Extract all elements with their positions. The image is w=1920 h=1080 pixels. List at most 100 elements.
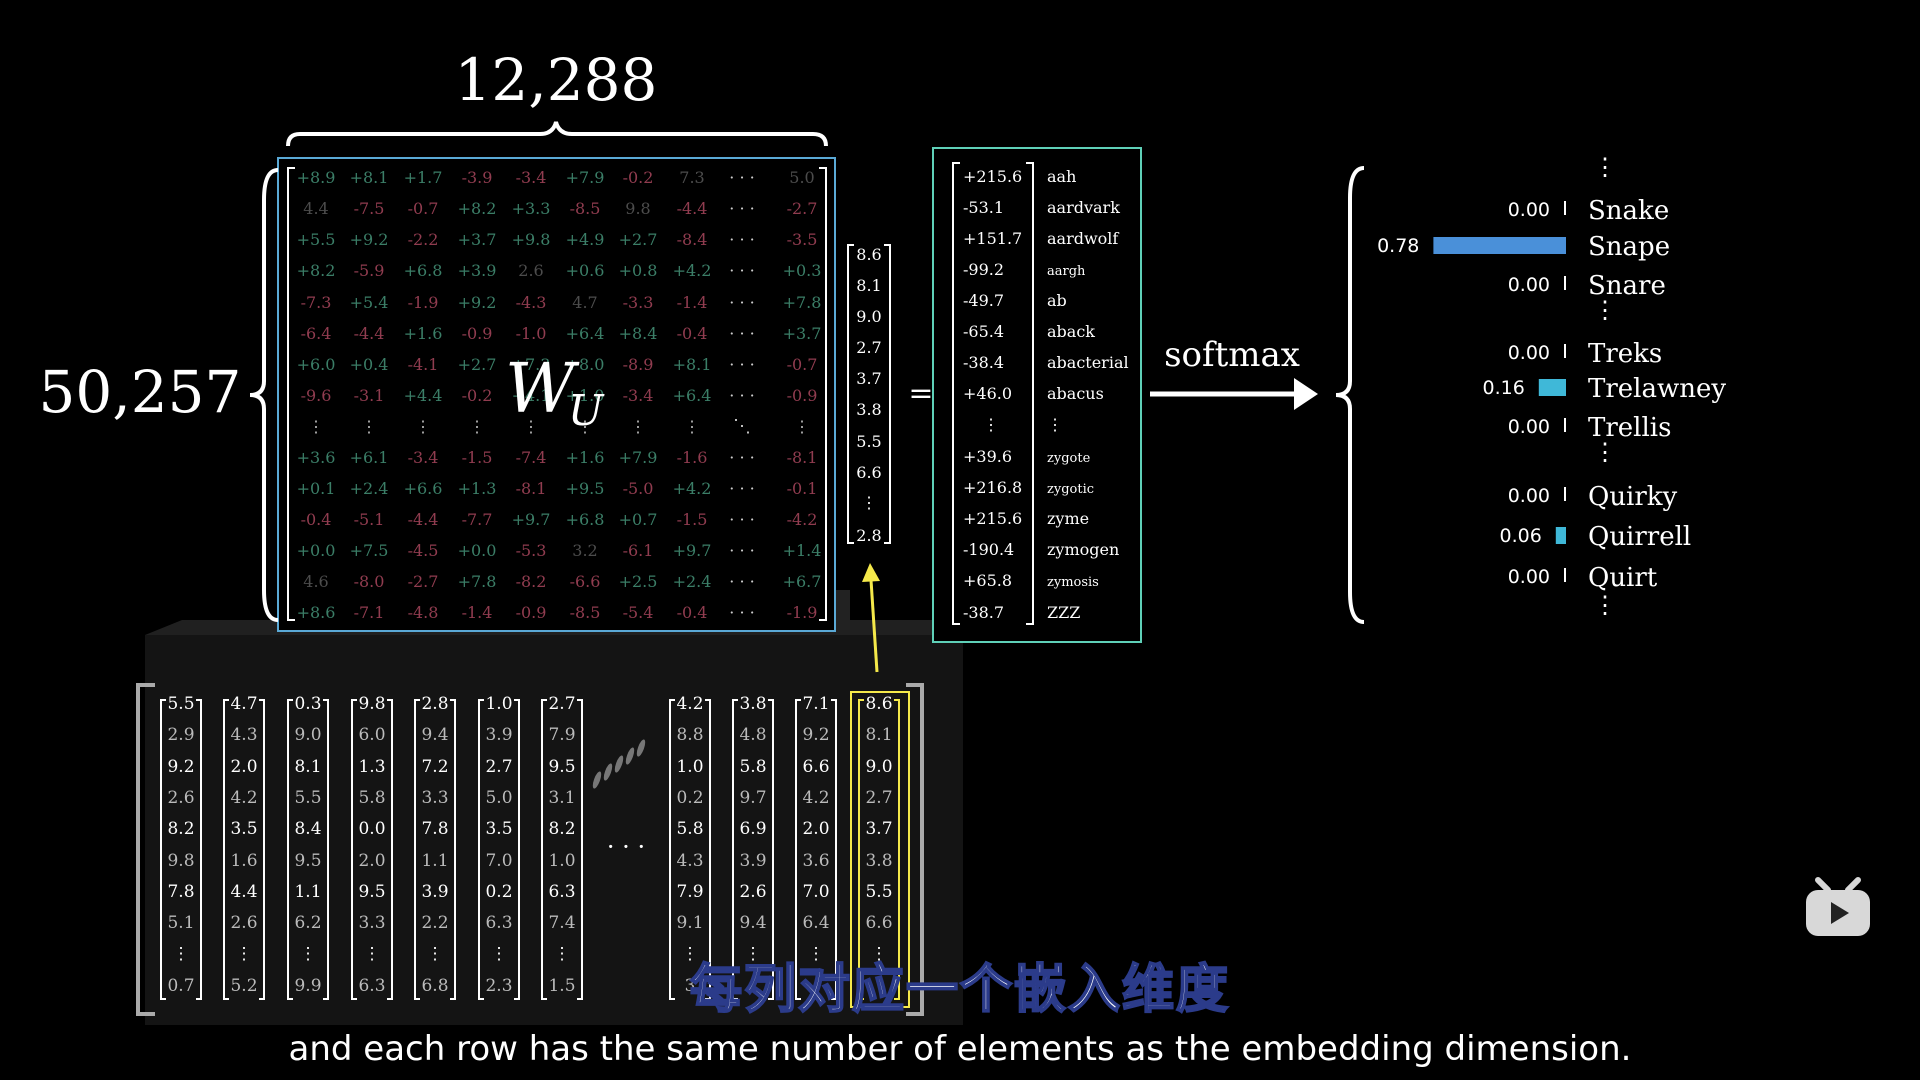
matrix-entry: +0.1 — [297, 479, 336, 498]
embedding-value: 6.6 — [802, 757, 829, 777]
vocab-word: zymogen — [1047, 540, 1119, 559]
logit-value: +46.0 — [963, 384, 1012, 403]
matrix-entry: -0.7 — [408, 199, 439, 218]
embedding-value: 9.2 — [167, 757, 194, 777]
embedding-value: 4.2 — [230, 788, 257, 808]
embedding-value: 6.9 — [739, 819, 766, 839]
matrix-entry: -8.4 — [677, 230, 708, 249]
matrix-entry: -0.7 — [787, 355, 818, 374]
logit-value: +151.7 — [963, 229, 1022, 248]
matrix-entry: +8.1 — [673, 355, 712, 374]
matrix-entry: ⋮ — [308, 417, 324, 436]
column-count-label: 12,288 — [455, 46, 658, 114]
embedding-value: 3.8 — [739, 694, 766, 714]
matrix-entry: +7.9 — [619, 448, 658, 467]
matrix-column-ellipsis: · · · — [729, 386, 754, 405]
embedding-value: 7.1 — [802, 694, 829, 714]
matrix-column-ellipsis: · · · — [729, 448, 754, 467]
matrix-entry: +8.6 — [297, 603, 336, 622]
embedding-value: 6.0 — [358, 725, 385, 745]
logit-value: -99.2 — [963, 260, 1004, 279]
matrix-entry: -6.4 — [301, 324, 332, 343]
matrix-entry: +8.4 — [619, 324, 658, 343]
embedding-value: 9.2 — [802, 725, 829, 745]
matrix-entry: +6.8 — [404, 261, 443, 280]
matrix-entry: -0.2 — [462, 386, 493, 405]
row-count-label: 50,257 — [39, 358, 242, 426]
vector-value: 6.6 — [856, 463, 881, 482]
probability-row: 0.00 Trellis — [1508, 413, 1672, 443]
matrix-entry: +8.1 — [350, 168, 389, 187]
highlight-arrow-head — [862, 563, 880, 582]
probability-token: Quirrell — [1588, 522, 1691, 552]
embedding-value: 6.4 — [802, 913, 829, 933]
matrix-entry: -2.7 — [787, 199, 818, 218]
embedding-value: 2.9 — [167, 725, 194, 745]
embedding-value: 9.8 — [167, 851, 194, 871]
matrix-entry: -8.9 — [623, 355, 654, 374]
embedding-value: 9.5 — [294, 851, 321, 871]
embedding-value: 6.3 — [485, 913, 512, 933]
embedding-value: 9.5 — [548, 757, 575, 777]
matrix-entry: -1.6 — [677, 448, 708, 467]
embedding-value: 3.8 — [865, 851, 892, 871]
embedding-value: 2.6 — [739, 882, 766, 902]
probability-curly-brace — [1335, 166, 1365, 624]
matrix-entry: +2.4 — [350, 479, 389, 498]
probability-bar — [1564, 418, 1566, 432]
embedding-value: 1.0 — [485, 694, 512, 714]
embedding-value: 1.1 — [294, 882, 321, 902]
matrix-entry: +1.7 — [404, 168, 443, 187]
embedding-value: 9.1 — [676, 913, 703, 933]
probability-bar — [1433, 237, 1566, 254]
logit-value: -49.7 — [963, 291, 1004, 310]
matrix-entry: -1.5 — [677, 510, 708, 529]
vocab-word: ZZZ — [1047, 603, 1080, 622]
matrix-entry: +2.7 — [458, 355, 497, 374]
embedding-value: 8.1 — [294, 757, 321, 777]
probability-token: Treks — [1588, 339, 1662, 369]
matrix-entry: +9.2 — [350, 230, 389, 249]
matrix-entry: +2.7 — [619, 230, 658, 249]
matrix-entry: +4.2 — [673, 261, 712, 280]
matrix-entry: +0.8 — [619, 261, 658, 280]
embedding-value: 4.7 — [230, 694, 257, 714]
matrix-entry: 3.2 — [572, 541, 597, 560]
embedding-value: 2.0 — [802, 819, 829, 839]
logit-value: -38.7 — [963, 603, 1004, 622]
probability-value: 0.06 — [1499, 525, 1541, 547]
matrix-entry: -4.4 — [408, 510, 439, 529]
matrix-entry: 7.3 — [679, 168, 704, 187]
embedding-value: 2.7 — [548, 694, 575, 714]
probability-row: 0.00 Treks — [1508, 339, 1663, 369]
embedding-value: 0.3 — [294, 694, 321, 714]
matrix-entry: -9.6 — [301, 386, 332, 405]
embedding-value: 2.8 — [421, 694, 448, 714]
embedding-value: 1.1 — [421, 851, 448, 871]
probability-row: 0.78 Snape — [1377, 232, 1670, 262]
matrix-entry: +0.4 — [350, 355, 389, 374]
embedding-value: 8.4 — [294, 819, 321, 839]
embedding-value: 3.7 — [865, 819, 892, 839]
embedding-value: 3.5 — [230, 819, 257, 839]
matrix-entry: +8.9 — [297, 168, 336, 187]
embedding-value: 5.8 — [739, 757, 766, 777]
probability-row: 0.16 Trelawney — [1482, 374, 1726, 404]
matrix-entry: +5.5 — [297, 230, 336, 249]
embedding-value: 6.2 — [294, 913, 321, 933]
embedding-value: 5.5 — [294, 788, 321, 808]
embedding-value: 0.2 — [676, 788, 703, 808]
matrix-column-ellipsis: · · · — [729, 479, 754, 498]
vocab-word: aback — [1047, 322, 1095, 341]
logit-value: +215.6 — [963, 509, 1022, 528]
probability-bar — [1564, 344, 1566, 358]
embedding-value: 6.3 — [548, 882, 575, 902]
vector-value: 9.0 — [856, 307, 881, 326]
vertical-ellipsis: ⋮ — [1593, 153, 1617, 181]
matrix-entry: -1.4 — [462, 603, 493, 622]
logit-value: -53.1 — [963, 198, 1004, 217]
matrix-entry: -5.4 — [623, 603, 654, 622]
embedding-value: 7.0 — [485, 851, 512, 871]
video-logo-icon — [1804, 876, 1872, 938]
embedding-value: 4.8 — [739, 725, 766, 745]
